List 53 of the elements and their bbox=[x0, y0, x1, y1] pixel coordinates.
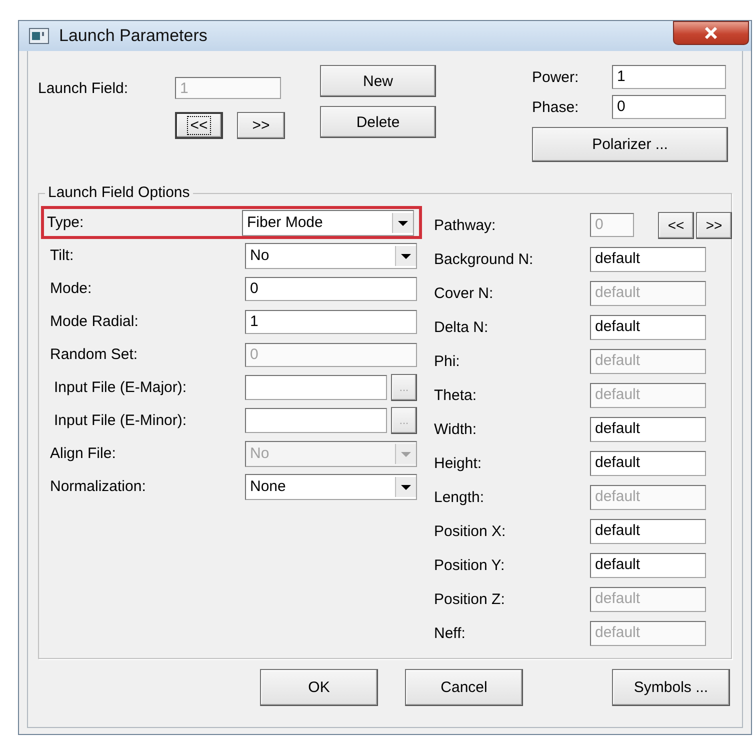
power-input[interactable]: 1 bbox=[612, 65, 726, 89]
field-label: Background N: bbox=[434, 250, 534, 268]
dropdown[interactable]: No bbox=[245, 242, 417, 268]
field-label: Height: bbox=[434, 454, 483, 472]
input-field[interactable]: default bbox=[590, 314, 706, 340]
window-icon bbox=[29, 28, 49, 44]
field-label: Position X: bbox=[434, 522, 507, 540]
symbols-button[interactable]: Symbols ... bbox=[612, 668, 730, 706]
field-label: Input File (E-Major): bbox=[53, 379, 188, 396]
field-label: Length: bbox=[434, 488, 486, 506]
field-label: Align File: bbox=[50, 445, 117, 462]
input-field[interactable]: 0 bbox=[245, 276, 417, 300]
field-label: Width: bbox=[434, 420, 478, 438]
close-icon bbox=[704, 27, 718, 39]
cancel-button[interactable]: Cancel bbox=[405, 668, 523, 706]
phase-input[interactable]: 0 bbox=[612, 95, 726, 119]
field-label: Type: bbox=[47, 214, 85, 231]
window-title: Launch Parameters bbox=[59, 26, 208, 46]
field-label: Phi: bbox=[434, 352, 461, 370]
polarizer-button[interactable]: Polarizer ... bbox=[532, 127, 728, 162]
new-button[interactable]: New bbox=[320, 65, 436, 97]
input-field[interactable] bbox=[245, 408, 387, 433]
input-field[interactable]: default bbox=[590, 518, 706, 544]
next-button[interactable]: >> bbox=[237, 112, 285, 139]
ok-button[interactable]: OK bbox=[260, 668, 378, 706]
input-field[interactable] bbox=[245, 375, 387, 400]
input-field[interactable]: default bbox=[590, 246, 706, 272]
input-field[interactable]: default bbox=[590, 552, 706, 578]
field-label: Position Z: bbox=[434, 590, 506, 608]
input-field[interactable]: default bbox=[590, 416, 706, 442]
field-label: Random Set: bbox=[50, 346, 139, 363]
dropdown[interactable]: None bbox=[245, 474, 417, 500]
launch-field-label: Launch Field: bbox=[38, 80, 130, 96]
close-button[interactable] bbox=[673, 21, 749, 45]
field-label: Position Y: bbox=[434, 556, 506, 574]
field-label: Tilt: bbox=[50, 247, 75, 264]
field-label: Cover N: bbox=[434, 284, 494, 302]
field-label: Delta N: bbox=[434, 318, 490, 336]
field-label: Pathway: bbox=[434, 216, 497, 234]
field-label: Mode Radial: bbox=[50, 313, 140, 330]
field-label: Theta: bbox=[434, 386, 478, 404]
phase-label: Phase: bbox=[532, 98, 580, 116]
delete-button[interactable]: Delete bbox=[320, 106, 436, 138]
dropdown[interactable]: Fiber Mode bbox=[242, 210, 414, 236]
field-label: Input File (E-Minor): bbox=[53, 412, 188, 429]
power-label: Power: bbox=[532, 68, 580, 86]
field-label: Neff: bbox=[434, 624, 466, 642]
previous-button[interactable]: << bbox=[175, 112, 223, 139]
field-label: Mode: bbox=[50, 280, 93, 297]
input-field[interactable]: 1 bbox=[245, 310, 417, 334]
group-title: Launch Field Options bbox=[45, 184, 193, 201]
input-field[interactable]: default bbox=[590, 450, 706, 476]
field-label: Normalization: bbox=[50, 478, 147, 495]
